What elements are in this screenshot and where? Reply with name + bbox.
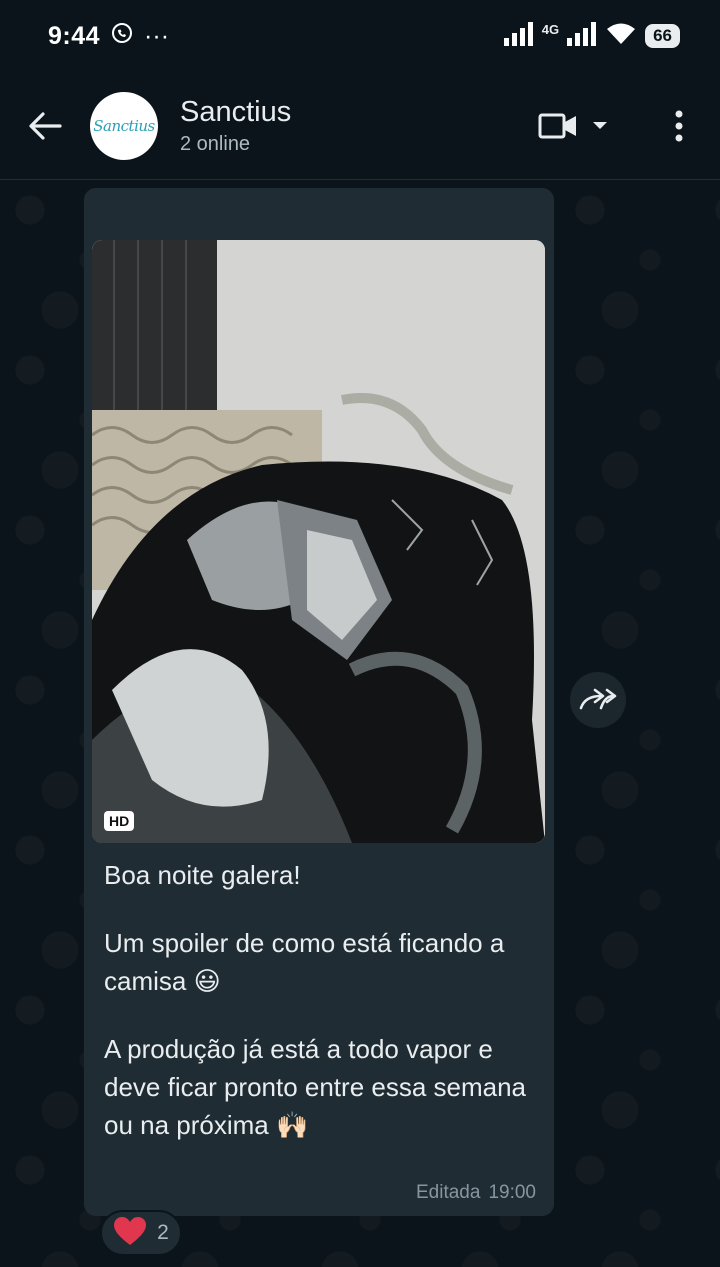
message-text: Boa noite galera! Um spoiler de como est… xyxy=(104,856,544,1174)
message-time: 19:00 xyxy=(488,1182,536,1203)
forward-icon xyxy=(579,688,617,710)
forward-button[interactable] xyxy=(570,672,626,728)
signal-icon-2 xyxy=(567,21,597,51)
chat-title-block[interactable]: Sanctius 2 online xyxy=(180,94,538,158)
reaction-badge[interactable]: 2 xyxy=(100,1210,182,1256)
status-left: 9:44 ··· xyxy=(48,21,169,52)
battery-indicator: 66 xyxy=(645,24,680,48)
heart-icon xyxy=(113,1216,147,1251)
edited-label: Editada xyxy=(416,1182,481,1203)
reaction-count: 2 xyxy=(157,1221,169,1244)
hd-badge: HD xyxy=(104,811,135,831)
more-vertical-icon xyxy=(675,110,683,141)
arrow-back-icon xyxy=(29,111,62,140)
chat-header: Sanctius Sanctius 2 online xyxy=(0,72,720,180)
chat-area[interactable]: HD Boa noite galera! Um spoiler de como … xyxy=(0,180,720,1267)
message-line-spoiler: Um spoiler de como está ficando a camisa… xyxy=(104,928,505,996)
chevron-down-icon xyxy=(593,121,607,129)
message-line-greeting: Boa noite galera! xyxy=(104,860,301,890)
more-notifications-icon: ··· xyxy=(144,21,170,50)
message-photo[interactable]: HD xyxy=(92,240,545,843)
status-time: 9:44 xyxy=(48,21,101,50)
avatar-logo: Sanctius xyxy=(93,116,155,135)
network-type-label: 4G xyxy=(541,21,560,37)
video-call-button[interactable] xyxy=(538,72,638,180)
chat-title: Sanctius xyxy=(180,95,292,128)
message-bubble[interactable]: HD Boa noite galera! Um spoiler de como … xyxy=(84,188,554,1216)
video-camera-icon xyxy=(538,113,576,138)
header-actions xyxy=(538,72,720,180)
status-right: 4G 66 xyxy=(503,21,680,51)
message-meta: Editada 19:00 xyxy=(416,1182,536,1204)
avatar[interactable]: Sanctius xyxy=(90,91,158,160)
wifi-icon xyxy=(605,22,637,51)
overflow-menu-button[interactable] xyxy=(638,72,720,180)
back-button[interactable] xyxy=(0,72,90,180)
message-line-production: A produção já está a todo vapor e deve f… xyxy=(104,1034,527,1140)
whatsapp-icon xyxy=(110,21,134,52)
status-bar: 9:44 ··· 4G 66 xyxy=(0,0,720,72)
chat-subtitle: 2 online xyxy=(180,132,251,155)
signal-icon xyxy=(503,21,534,51)
